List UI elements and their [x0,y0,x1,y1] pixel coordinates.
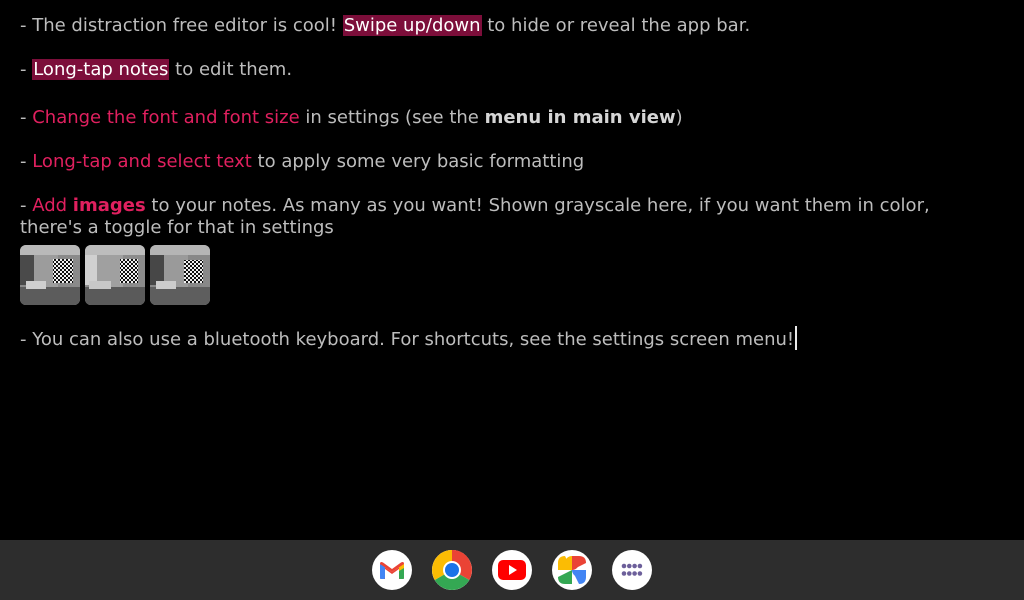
note-image-thumbnail[interactable] [85,245,145,305]
note-line-4: - Long-tap and select text to apply some… [20,151,980,173]
shelf-app-launcher[interactable] [612,550,652,590]
image-thumbnails [20,245,210,305]
note-image-thumbnail[interactable] [20,245,80,305]
line-4-suffix: to apply some very basic formatting [251,151,585,172]
gmail-icon [380,562,404,579]
line-1-prefix: - The distraction free editor is cool! [20,15,343,36]
line-1-highlight: Swipe up/down [342,15,482,36]
line-5-suffix: to your notes. As many as you want! Show… [20,195,930,238]
note-editor[interactable]: - The distraction free editor is cool! S… [0,0,1024,540]
line-3-bold-text: menu in main view [484,107,676,128]
shelf-app-gmail[interactable] [372,550,412,590]
image-thumbnail-graphic [150,245,210,305]
line-3-middle: in settings (see the [299,107,485,128]
line-2-suffix: to edit them. [169,59,293,80]
image-thumbnail-graphic [20,245,80,305]
chrome-icon [432,550,472,590]
line-4-pink-text: Long-tap and select text [32,151,252,172]
note-line-5: - Add images to your notes. As many as y… [20,195,980,239]
line-1-suffix: to hide or reveal the app bar. [481,15,751,36]
line-5-pink-text: Add [32,195,73,216]
note-line-1: - The distraction free editor is cool! S… [20,15,980,37]
note-line-6: - You can also use a bluetooth keyboard.… [20,326,980,351]
shelf-app-icons [372,550,652,590]
shelf-app-chrome[interactable] [432,550,472,590]
note-line-2: - Long-tap notes to edit them. [20,59,980,81]
image-thumbnail-graphic [85,245,145,305]
line-2-highlight: Long-tap notes [32,59,170,80]
note-image-thumbnail[interactable] [150,245,210,305]
line-3-suffix: ) [675,107,683,128]
line-4-prefix: - [20,151,33,172]
text-cursor [795,326,798,350]
line-2-prefix: - [20,59,33,80]
line-5-prefix: - [20,195,33,216]
shelf-app-photos[interactable] [552,550,592,590]
app-shelf [0,540,1024,600]
line-6-text: - You can also use a bluetooth keyboard.… [20,329,795,350]
line-5-bold-pink-text: images [72,195,146,216]
youtube-icon [498,560,526,580]
line-3-pink-text: Change the font and font size [32,107,300,128]
line-3-prefix: - [20,107,33,128]
note-line-3: - Change the font and font size in setti… [20,107,980,129]
shelf-app-youtube[interactable] [492,550,532,590]
app-launcher-icon [621,563,643,576]
photos-icon [558,556,586,584]
